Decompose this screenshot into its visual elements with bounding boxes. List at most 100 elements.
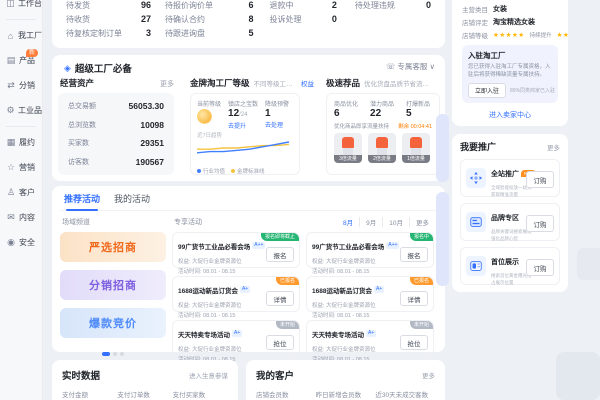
floating-tool-button[interactable]: [577, 248, 600, 280]
shop-rating-row: 店铺评定 淘宝精选女装: [462, 18, 535, 27]
banner-distribution[interactable]: 分销招商: [60, 270, 166, 300]
customers-more-link[interactable]: 更多: [422, 370, 435, 380]
todo-row[interactable]: 待报价询价单 6: [165, 0, 254, 12]
join-now-button[interactable]: 立即入驻: [468, 83, 507, 98]
tab-recommended-activities[interactable]: 推荐活动: [64, 192, 100, 211]
promotion-card: 我要推广 更多 全站推广New 全域智能投放一站式获取精准流量 订购 品牌专区 …: [452, 134, 568, 292]
todo-row[interactable]: 待处理违规 0: [355, 0, 431, 12]
product-thumbnail[interactable]: 2倍流量: [368, 133, 396, 163]
order-button[interactable]: 订购: [526, 215, 554, 232]
promotion-more-link[interactable]: 更多: [547, 142, 560, 152]
todo-row[interactable]: 待确认合约 8: [165, 12, 254, 26]
signup-button[interactable]: 报名: [266, 247, 294, 262]
promo-item-top-display[interactable]: 首位展示 搜索首位黄金曝光抢占展示位置 订购: [460, 247, 560, 285]
realtime-title: 实时数据: [62, 371, 101, 382]
activity-card[interactable]: 已报名 1688运动新品订货会 A+ 权益: 大促行业金牌资源位 活动时间: 08…: [306, 276, 434, 319]
month-tab[interactable]: 9月: [359, 217, 382, 227]
grade-tag: A+: [366, 330, 377, 338]
grade-header: 金牌淘工厂等级 不同等级工厂将享专属权益 权益: [190, 78, 314, 88]
promo-item-sitewide[interactable]: 全站推广New 全域智能投放一站式获取精准流量 订购: [460, 159, 560, 197]
todo-row[interactable]: 待复核定制订单 3: [66, 26, 151, 40]
grade-trend-chart: [196, 141, 290, 154]
assets-header: 经营资产 更多: [60, 78, 174, 89]
gold-grade-box: 当前等级 镇店之宝数 12/24 去提升 降级预警 1 去处理 近7日趋势 行业…: [190, 93, 300, 175]
sidebar-item-security[interactable]: ◉ 安全: [0, 230, 42, 255]
section-header: ◈ 超级工厂必备: [64, 61, 132, 76]
downgrade-warning-stat: 降级预警 1 去处理: [265, 102, 290, 129]
grade-tag: A+: [239, 286, 251, 294]
marketing-icon: ☆: [6, 162, 16, 172]
hot-item-stat: 打爆新品 5: [406, 102, 431, 119]
activity-card[interactable]: 已报名 1688运动新品订货会 A+ 权益: 大促行业金牌资源位 活动时间: 08…: [172, 276, 300, 319]
month-more[interactable]: 更多: [409, 217, 435, 227]
detail-button[interactable]: 详情: [400, 291, 428, 306]
month-tab[interactable]: 10月: [382, 217, 409, 227]
product-thumbnail[interactable]: 3倍流量: [334, 133, 362, 163]
customer-icon: ♙: [6, 187, 16, 197]
content-icon: ✉: [7, 212, 15, 222]
sidebar-item-distribution[interactable]: ⇄ 分销: [0, 73, 42, 98]
activity-card[interactable]: 未开始 天天特卖专场活动A+ 权益: 大促行业金牌资源位 活动时间: 08.01…: [172, 320, 300, 363]
todo-row[interactable]: 投诉处理 0: [270, 12, 337, 26]
channel-banners: 严选招商 分销招商 爆款竞价: [60, 232, 166, 356]
invite-description: 您已获得入驻淘工厂专属资格，入驻后将获得稀缺流量专属扶持。: [468, 64, 551, 78]
bottom-right-widget[interactable]: [556, 352, 600, 400]
sidebar-item-dashboard[interactable]: ◫ 工作台: [0, 0, 42, 16]
grab-button[interactable]: 抢位: [266, 335, 294, 350]
product-thumbnails: 3倍流量 2倍流量 1倍流量: [334, 133, 432, 163]
floating-side-widget[interactable]: [436, 114, 449, 182]
sidebar-item-industrial[interactable]: ⚙ 工业品: [0, 98, 42, 123]
dedicated-service-button[interactable]: ☏ 专属客服 ∨: [386, 61, 435, 72]
month-tab[interactable]: 8月: [337, 217, 359, 227]
sidebar-item-fulfillment[interactable]: ▦ 履约: [0, 130, 42, 155]
sidebar-item-content[interactable]: ✉ 内容: [0, 205, 42, 230]
activity-card[interactable]: 报名即将截止 99广货节工业品必看会场 A++ 权益: 大促行业金牌资源位 活动时…: [172, 232, 300, 275]
treasure-stat: 镇店之宝数 12/24 去提升: [228, 102, 259, 130]
order-button[interactable]: 订购: [526, 171, 554, 188]
activity-card[interactable]: 报名中 99广货节工业品必看会场 A++ 权益: 大促行业金牌资源位 活动时间: …: [306, 232, 434, 275]
handle-link[interactable]: 去处理: [265, 120, 289, 129]
floating-side-widget[interactable]: [436, 192, 449, 286]
improve-link[interactable]: 去提升: [228, 121, 258, 130]
countdown-timer: 剩余 00:04:41: [398, 124, 432, 130]
exclusive-header: 专享活动: [174, 219, 202, 226]
grade-benefits-link[interactable]: 权益: [301, 78, 314, 88]
realtime-data-card: 实时数据 进入生意参谋 支付金额16060.00 支付订单数1718 支付买家数…: [52, 360, 238, 400]
order-button[interactable]: 订购: [526, 259, 554, 276]
promo-item-brand-zone[interactable]: 品牌专区 品牌关键词搜索展现强化品牌心智 订购: [460, 203, 560, 241]
todo-row[interactable]: 退款中 2: [270, 0, 337, 12]
banner-hot-bidding[interactable]: 爆款竞价: [60, 308, 166, 338]
detail-button[interactable]: 详情: [266, 291, 294, 306]
carousel-dot[interactable]: [120, 352, 124, 356]
payment-amount-stat: 支付金额16060.00: [62, 392, 88, 399]
sidebar-item-product[interactable]: ▤ 产品 新: [0, 48, 42, 73]
todo-column-aftersale: 售后中1 退款中2 投诉处理0: [270, 0, 337, 48]
activity-card[interactable]: 未开始 天天特卖专场活动A+ 权益: 大促行业金牌资源位 活动时间: 08.01…: [306, 320, 434, 363]
sidebar-item-customer[interactable]: ♙ 客户: [0, 180, 42, 205]
carousel-dot[interactable]: [102, 352, 110, 356]
asset-row: 买家数 29351: [68, 138, 164, 149]
banner-strict-selection[interactable]: 严选招商: [60, 232, 166, 262]
chart-legend: 行业均值 金牌标准线: [197, 167, 293, 175]
business-advisor-link[interactable]: 进入生意参谋: [189, 370, 228, 380]
shop-profile-card: 主营类目 女装 店铺评定 淘宝精选女装 店铺等级 ★★★★★ 持续提升 ★★ 入驻淘…: [452, 0, 569, 126]
grade-stars: ★★★★★: [493, 31, 525, 39]
sidebar-item-factory[interactable]: ⌂ 我工厂: [0, 23, 42, 48]
todo-row[interactable]: 待收货 27: [66, 12, 151, 26]
channel-header: 场域频道: [62, 219, 90, 226]
product-thumbnail[interactable]: 1倍流量: [402, 133, 430, 163]
carousel-dot[interactable]: [113, 352, 117, 356]
seller-center-link[interactable]: 进入卖家中心: [462, 110, 558, 120]
assets-more-link[interactable]: 更多: [160, 79, 174, 89]
main-category-row: 主营类目 女装: [462, 5, 507, 14]
fulfillment-icon: ▦: [6, 137, 16, 147]
signup-button[interactable]: 报名: [400, 247, 428, 262]
todo-row[interactable]: 待发货 96: [66, 0, 151, 12]
activity-column-left: 报名即将截止 99广货节工业品必看会场 A++ 权益: 大促行业金牌资源位 活动时…: [172, 232, 300, 363]
security-icon: ◉: [7, 237, 15, 247]
sidebar-item-marketing[interactable]: ☆ 营销: [0, 155, 42, 180]
todo-column-inquiry: 待处理询价2 待报价询价单6 待确认合约8 待跟进询盘5: [165, 0, 254, 48]
tab-my-activities[interactable]: 我的活动: [114, 192, 150, 205]
grab-button[interactable]: 抢位: [400, 335, 428, 350]
todo-row[interactable]: 待跟进询盘 5: [165, 26, 254, 40]
